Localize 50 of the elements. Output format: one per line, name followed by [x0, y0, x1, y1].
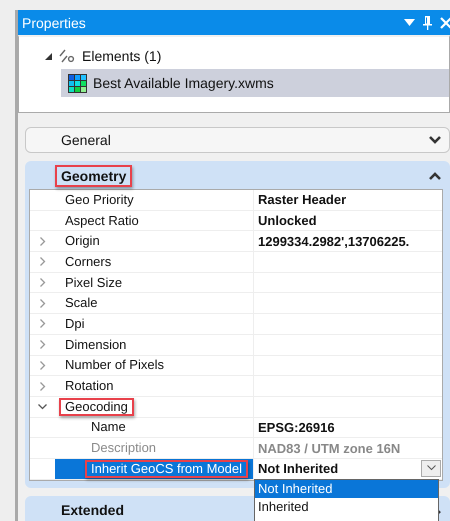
section-title[interactable]: Extended — [55, 499, 130, 521]
property-name-cell[interactable]: Origin — [55, 231, 254, 252]
property-name: Dpi — [64, 314, 86, 333]
property-name: Origin — [64, 232, 101, 250]
property-value: Not Inherited — [258, 461, 338, 476]
property-name: Geo Priority — [64, 190, 135, 209]
property-name-cell[interactable]: Number of Pixels — [55, 356, 254, 376]
property-name: Geocoding — [59, 398, 134, 416]
pin-icon[interactable] — [423, 16, 432, 30]
raster-grid-icon — [68, 74, 87, 92]
property-name-cell[interactable]: Dpi — [55, 314, 254, 334]
property-name-cell[interactable]: Corners — [55, 252, 254, 272]
dropdown-button[interactable] — [421, 460, 441, 477]
property-name: Corners — [64, 252, 112, 271]
dropdown-icon[interactable] — [404, 19, 415, 26]
section-title[interactable]: Geometry — [55, 164, 132, 186]
property-name-cell[interactable]: Pixel Size — [55, 272, 254, 292]
property-name: Name — [90, 418, 127, 436]
property-name: Inherit GeoCS from Model — [85, 460, 248, 478]
property-name: Scale — [64, 294, 99, 312]
property-value: 1299334.2982',13706225. — [258, 234, 410, 249]
property-name: Aspect Ratio — [64, 212, 140, 230]
element-icon — [59, 49, 75, 63]
property-name-cell[interactable]: Dimension — [55, 334, 254, 354]
property-name-cell[interactable]: Scale — [55, 293, 254, 314]
section-title[interactable]: General — [55, 129, 117, 151]
property-name-cell[interactable]: Rotation — [55, 376, 254, 396]
dropdown-option[interactable]: Not Inherited — [255, 480, 438, 498]
close-icon[interactable] — [440, 16, 450, 28]
expand-triangle-icon[interactable] — [45, 52, 52, 60]
property-name-cell[interactable]: Aspect Ratio — [55, 210, 254, 230]
window-title: Properties — [22, 14, 86, 30]
property-value: Unlocked — [258, 213, 317, 228]
expand-chevron-icon[interactable] — [429, 136, 441, 144]
property-name: Description — [90, 439, 158, 458]
property-value: EPSG:26916 — [258, 420, 335, 435]
property-value: Raster Header — [258, 192, 346, 208]
property-name: Rotation — [64, 377, 114, 396]
property-name-cell[interactable]: Geocoding — [55, 396, 254, 417]
tree-item[interactable]: Best Available Imagery.xwms — [61, 69, 449, 97]
property-name: Number of Pixels — [64, 356, 165, 374]
property-name-cell[interactable]: Inherit GeoCS from Model — [55, 458, 254, 479]
property-name-cell[interactable]: Geo Priority — [55, 190, 254, 210]
caret-icon — [426, 465, 436, 472]
dropdown-option[interactable]: Inherited — [255, 498, 438, 516]
property-name: Dimension — [64, 336, 128, 354]
tree-item-label[interactable]: Elements (1) — [82, 48, 162, 64]
property-value: NAD83 / UTM zone 16N — [258, 440, 400, 456]
property-name-cell[interactable]: Name — [55, 418, 254, 438]
property-name: Pixel Size — [64, 274, 124, 292]
